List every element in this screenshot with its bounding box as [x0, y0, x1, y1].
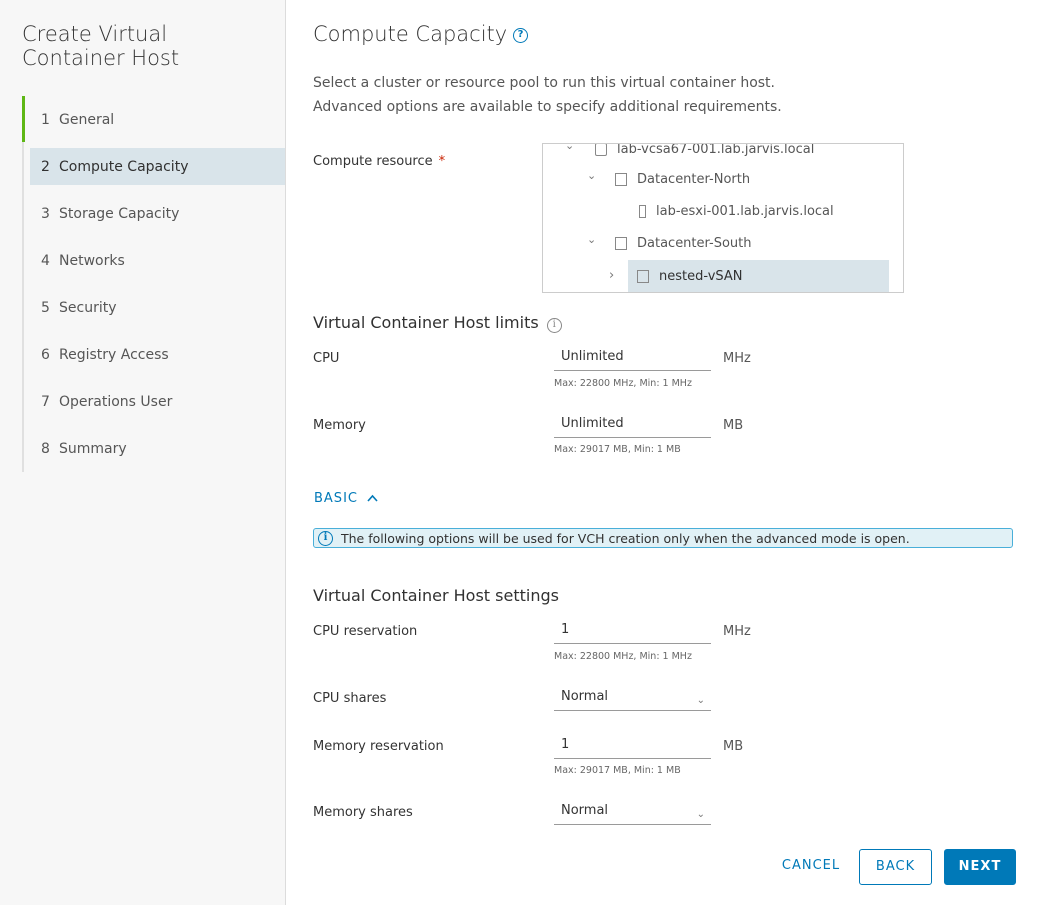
- memory-reservation-hint: Max: 29017 MB, Min: 1 MB: [554, 765, 681, 776]
- chevron-down-icon[interactable]: ⌄: [587, 233, 596, 246]
- tree-node-datacenter-south[interactable]: ⌄ Datacenter-South: [543, 227, 903, 259]
- tree-node-host[interactable]: lab-esxi-001.lab.jarvis.local: [543, 195, 903, 227]
- step-label: General: [59, 111, 115, 128]
- chevron-down-icon: ⌄: [696, 809, 705, 820]
- memory-limit-input[interactable]: Unlimited: [554, 412, 711, 438]
- cluster-icon: [637, 269, 649, 283]
- wizard-sidebar: Create Virtual Container Host 1 General 2…: [0, 0, 286, 905]
- cpu-shares-value: Normal: [561, 689, 609, 704]
- memory-shares-value: Normal: [561, 803, 609, 818]
- datacenter-icon: [615, 172, 627, 186]
- wizard-title-line1: Create Virtual: [22, 22, 168, 46]
- info-icon[interactable]: i: [546, 318, 562, 333]
- step-label: Summary: [59, 440, 127, 457]
- cpu-reservation-unit: MHz: [723, 624, 751, 639]
- tree-node-datacenter-north[interactable]: ⌄ Datacenter-North: [543, 163, 903, 195]
- datacenter-icon: [615, 236, 627, 250]
- compute-resource-label-text: Compute resource: [313, 154, 433, 169]
- limits-title-text: Virtual Container Host limits: [313, 313, 539, 332]
- step-label: Operations User: [59, 393, 173, 410]
- toggle-label: BASIC: [314, 491, 358, 506]
- step-networks[interactable]: 4 Networks: [30, 237, 285, 284]
- memory-shares-label: Memory shares: [313, 805, 413, 820]
- compute-resource-label: Compute resource *: [313, 154, 445, 169]
- cpu-limit-hint: Max: 22800 MHz, Min: 1 MHz: [554, 378, 692, 389]
- chevron-up-icon: [367, 494, 378, 502]
- step-operations-user[interactable]: 7 Operations User: [30, 378, 285, 425]
- description-line-1: Select a cluster or resource pool to run…: [313, 75, 775, 91]
- help-icon[interactable]: ?: [513, 28, 528, 43]
- info-icon: i: [318, 530, 333, 546]
- step-number: 5: [41, 299, 50, 316]
- step-security[interactable]: 5 Security: [30, 284, 285, 331]
- memory-reservation-label: Memory reservation: [313, 739, 444, 754]
- chevron-down-icon[interactable]: ⌄: [565, 144, 574, 152]
- compute-resource-tree[interactable]: ⌄ lab-vcsa67-001.lab.jarvis.local ⌄ Data…: [542, 143, 904, 293]
- cpu-reservation-input[interactable]: 1: [554, 618, 711, 644]
- cpu-shares-label: CPU shares: [313, 691, 387, 706]
- alert-text: The following options will be used for V…: [341, 530, 910, 546]
- step-number: 6: [41, 346, 50, 363]
- step-number: 8: [41, 440, 50, 457]
- page-title: Compute Capacity: [313, 22, 508, 46]
- step-storage-capacity[interactable]: 3 Storage Capacity: [30, 190, 285, 237]
- memory-limit-unit: MB: [723, 418, 744, 433]
- step-label: Registry Access: [59, 346, 169, 363]
- tree-node-label: lab-esxi-001.lab.jarvis.local: [656, 203, 834, 219]
- memory-reservation-unit: MB: [723, 739, 744, 754]
- cpu-reservation-hint: Max: 22800 MHz, Min: 1 MHz: [554, 651, 692, 662]
- tree-node-label: lab-vcsa67-001.lab.jarvis.local: [617, 143, 815, 157]
- cpu-limit-input[interactable]: Unlimited: [554, 345, 711, 371]
- description-line-2: Advanced options are available to specif…: [313, 99, 782, 115]
- step-general[interactable]: 1 General: [30, 96, 285, 143]
- info-alert: i The following options will be used for…: [313, 528, 1013, 548]
- limits-section-title: Virtual Container Host limits i: [313, 313, 562, 333]
- cancel-button[interactable]: CANCEL: [775, 849, 847, 885]
- advanced-mode-toggle[interactable]: BASIC: [314, 491, 378, 506]
- memory-reservation-input[interactable]: 1: [554, 733, 711, 759]
- step-number: 4: [41, 252, 50, 269]
- step-rail: [22, 96, 24, 472]
- chevron-right-icon[interactable]: ›: [609, 268, 614, 283]
- chevron-down-icon: ⌄: [696, 695, 705, 706]
- wizard-title-line2: Container Host: [22, 46, 180, 70]
- required-asterisk: *: [438, 154, 446, 169]
- cpu-limit-label: CPU: [313, 351, 340, 366]
- wizard-content: Compute Capacity ? Select a cluster or r…: [313, 0, 1023, 905]
- step-registry-access[interactable]: 6 Registry Access: [30, 331, 285, 378]
- step-compute-capacity[interactable]: 2 Compute Capacity: [30, 148, 285, 185]
- step-number: 2: [41, 158, 50, 175]
- tree-node-label: nested-vSAN: [659, 268, 743, 284]
- cpu-limit-unit: MHz: [723, 351, 751, 366]
- wizard-title: Create Virtual Container Host: [22, 22, 179, 70]
- step-number: 1: [41, 111, 50, 128]
- step-number: 7: [41, 393, 50, 410]
- host-icon: [639, 204, 646, 218]
- tree-node-vcenter[interactable]: ⌄ lab-vcsa67-001.lab.jarvis.local: [543, 143, 903, 165]
- back-button[interactable]: BACK: [859, 849, 932, 885]
- step-label: Security: [59, 299, 117, 316]
- memory-shares-select[interactable]: Normal ⌄: [554, 799, 711, 825]
- vcenter-icon: [595, 144, 607, 156]
- step-label: Storage Capacity: [59, 205, 180, 222]
- step-summary[interactable]: 8 Summary: [30, 425, 285, 472]
- tree-node-label: Datacenter-South: [637, 235, 752, 251]
- cpu-shares-select[interactable]: Normal ⌄: [554, 685, 711, 711]
- step-label: Networks: [59, 252, 125, 269]
- next-button[interactable]: NEXT: [944, 849, 1016, 885]
- step-label: Compute Capacity: [59, 158, 189, 175]
- cpu-reservation-label: CPU reservation: [313, 624, 418, 639]
- chevron-down-icon[interactable]: ⌄: [587, 169, 596, 182]
- tree-node-label: Datacenter-North: [637, 171, 751, 187]
- memory-limit-label: Memory: [313, 418, 366, 433]
- step-rail-completed-marker: [22, 96, 25, 142]
- tree-node-cluster-selected[interactable]: nested-vSAN: [628, 260, 889, 292]
- wizard-steps: 1 General 2 Compute Capacity 3 Storage Capa…: [30, 96, 285, 472]
- step-number: 3: [41, 205, 50, 222]
- memory-limit-hint: Max: 29017 MB, Min: 1 MB: [554, 444, 681, 455]
- settings-section-title: Virtual Container Host settings: [313, 586, 559, 605]
